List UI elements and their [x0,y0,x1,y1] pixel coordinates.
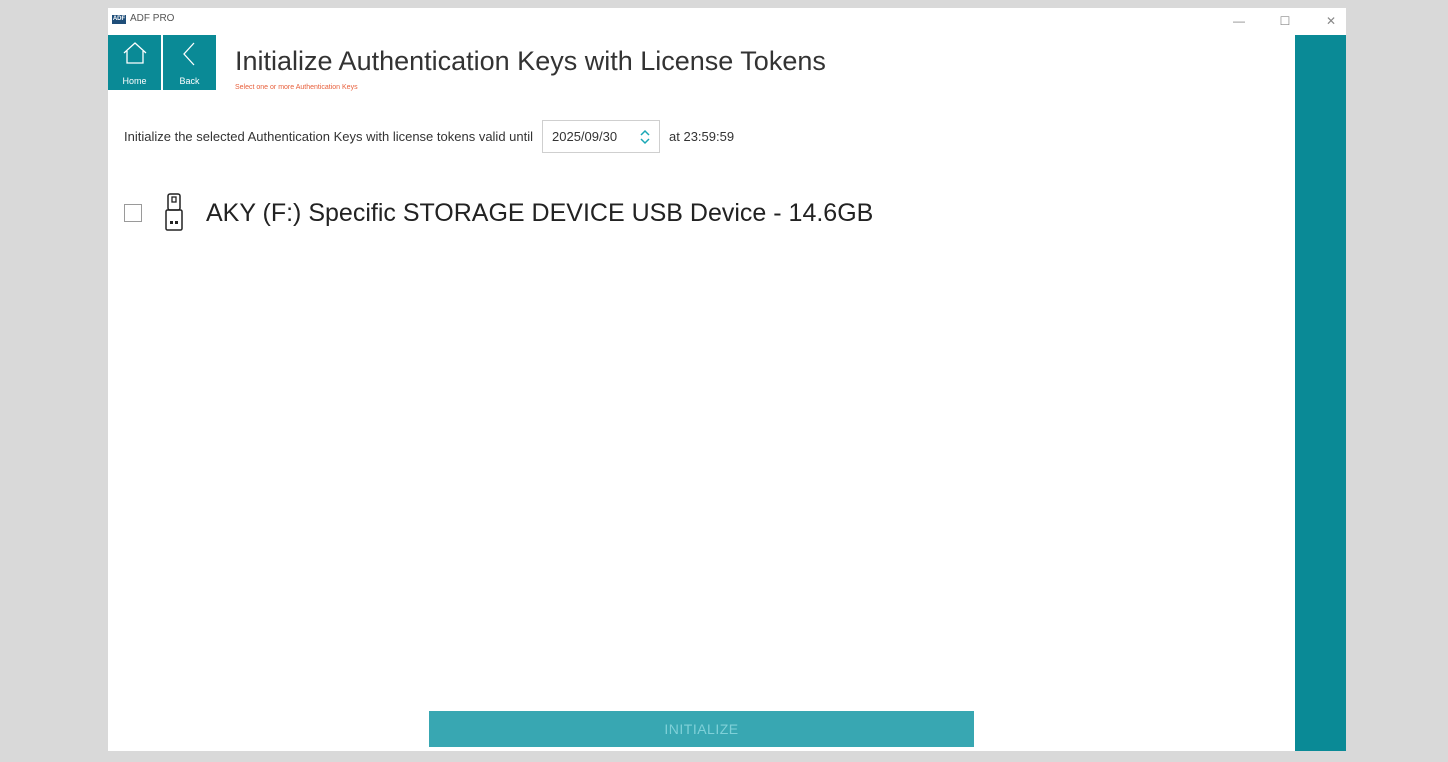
validity-row: Initialize the selected Authentication K… [124,120,734,153]
home-icon [123,42,146,64]
spinner-icon[interactable] [639,129,651,145]
app-window: ADF ADF PRO — ☐ ✕ Home Back Initialize A… [108,8,1346,751]
app-title: ADF PRO [130,13,175,24]
title-bar: ADF ADF PRO — ☐ ✕ [108,8,1346,33]
device-label: AKY (F:) Specific STORAGE DEVICE USB Dev… [206,198,874,227]
home-label: Home [122,76,147,86]
page-subtitle: Select one or more Authentication Keys [235,84,358,91]
date-picker[interactable]: 2025/09/30 [542,120,661,153]
side-panel [1295,35,1346,751]
validity-suffix: at 23:59:59 [669,129,735,144]
validity-prefix: Initialize the selected Authentication K… [124,129,534,144]
list-item[interactable]: AKY (F:) Specific STORAGE DEVICE USB Dev… [124,188,873,238]
chevron-left-icon [182,42,194,66]
home-button[interactable]: Home [108,35,161,90]
back-button[interactable]: Back [163,35,216,90]
maximize-button[interactable]: ☐ [1262,8,1308,33]
device-checkbox[interactable] [124,204,142,222]
app-logo: ADF [112,15,126,24]
initialize-button[interactable]: INITIALIZE [429,711,974,747]
minimize-button[interactable]: — [1216,8,1262,33]
close-button[interactable]: ✕ [1308,8,1346,33]
usb-drive-icon [164,192,184,234]
page-title: Initialize Authentication Keys with Lice… [235,46,826,76]
back-label: Back [179,76,200,86]
date-value: 2025/09/30 [552,129,618,144]
